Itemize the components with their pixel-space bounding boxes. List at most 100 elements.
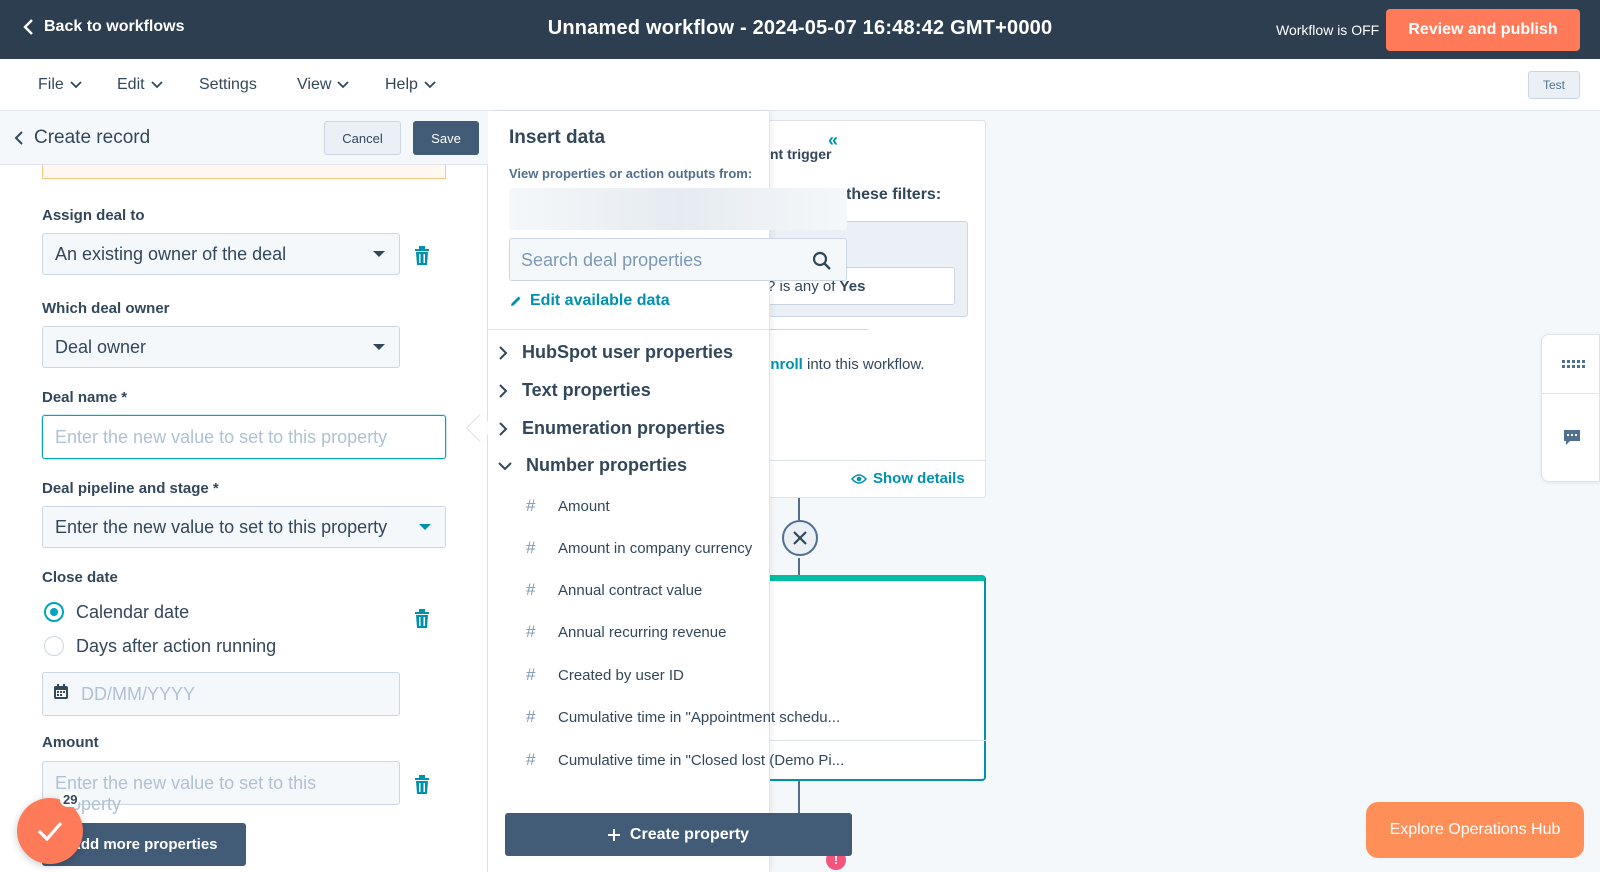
property-item[interactable]: # Amount in company currency bbox=[526, 538, 752, 558]
save-button[interactable]: Save bbox=[413, 121, 479, 155]
group-label: HubSpot user properties bbox=[522, 342, 734, 362]
number-icon: # bbox=[526, 750, 536, 769]
days-after-radio[interactable] bbox=[44, 636, 64, 656]
pipeline-select[interactable]: Enter the new value to set to this prope… bbox=[42, 506, 446, 548]
group-enumeration-properties[interactable]: Enumeration properties bbox=[498, 418, 725, 439]
amount-label: Amount bbox=[42, 734, 99, 751]
number-icon: # bbox=[526, 580, 536, 599]
group-hubspot-user-properties[interactable]: HubSpot user properties bbox=[498, 342, 733, 363]
review-and-publish-button[interactable]: Review and publish bbox=[1386, 9, 1580, 51]
property-item[interactable]: # Cumulative time in "Appointment schedu… bbox=[526, 707, 840, 727]
property-item[interactable]: # Annual contract value bbox=[526, 580, 702, 600]
create-property-button[interactable]: Create property bbox=[505, 813, 852, 856]
menu-settings-label: Settings bbox=[199, 76, 257, 93]
divider bbox=[760, 329, 868, 330]
panel-title[interactable]: Create record bbox=[14, 127, 150, 149]
days-after-label[interactable]: Days after action running bbox=[76, 636, 276, 657]
comment-icon[interactable] bbox=[1562, 429, 1582, 452]
calendar-date-radio[interactable] bbox=[44, 602, 64, 622]
deal-name-label: Deal name * bbox=[42, 389, 128, 406]
pencil-icon bbox=[511, 296, 521, 306]
group-number-properties[interactable]: Number properties bbox=[498, 455, 687, 476]
menu-view-label: View bbox=[297, 76, 332, 93]
grid-icon[interactable] bbox=[1562, 357, 1586, 375]
property-label: Annual contract value bbox=[558, 581, 703, 599]
chevron-left-icon bbox=[23, 19, 33, 35]
search-placeholder: Search deal properties bbox=[521, 250, 703, 270]
search-icon bbox=[812, 251, 831, 270]
pipeline-value: Enter the new value to set to this prope… bbox=[55, 517, 388, 537]
chevron-down-icon bbox=[498, 461, 512, 470]
warning-banner bbox=[42, 165, 446, 179]
explore-operations-hub-button[interactable]: Explore Operations Hub bbox=[1366, 802, 1584, 858]
group-text-properties[interactable]: Text properties bbox=[498, 380, 651, 401]
divider bbox=[488, 329, 770, 330]
number-icon: # bbox=[526, 707, 536, 726]
chevron-down-icon bbox=[337, 81, 350, 89]
connector-line bbox=[798, 498, 800, 520]
action-card-separator bbox=[736, 740, 986, 741]
onboarding-checklist-button[interactable] bbox=[17, 798, 83, 864]
assign-deal-value: An existing owner of the deal bbox=[55, 244, 287, 264]
property-label: Cumulative time in "Appointment schedu..… bbox=[558, 708, 841, 726]
top-bar: Back to workflows Unnamed workflow - 202… bbox=[0, 0, 1600, 59]
trash-icon[interactable] bbox=[414, 246, 430, 266]
menu-bar: File Edit Settings View Help bbox=[0, 59, 1600, 111]
menu-help-label: Help bbox=[385, 76, 418, 93]
checkmark-icon bbox=[37, 821, 63, 842]
amount-input[interactable]: Enter the new value to set to this prope… bbox=[42, 761, 400, 814]
insert-data-subtitle: View properties or action outputs from: bbox=[509, 166, 753, 181]
menu-view[interactable]: View bbox=[297, 76, 350, 94]
property-label: Amount in company currency bbox=[558, 539, 753, 557]
number-icon: # bbox=[526, 622, 536, 641]
close-date-input[interactable]: DD/MM/YYYY bbox=[42, 672, 400, 716]
chevron-left-icon bbox=[14, 131, 23, 145]
number-icon: # bbox=[526, 665, 536, 684]
property-item[interactable]: # Annual recurring revenue bbox=[526, 622, 726, 642]
delete-connection-button[interactable] bbox=[782, 520, 818, 556]
group-label: Enumeration properties bbox=[522, 418, 726, 438]
enroll-rest: into this workflow. bbox=[802, 356, 925, 373]
caret-down-icon bbox=[419, 524, 431, 530]
caret-down-icon bbox=[373, 344, 385, 350]
property-label: Cumulative time in "Closed lost (Demo Pi… bbox=[558, 751, 845, 769]
cancel-button[interactable]: Cancel bbox=[324, 121, 401, 155]
trash-icon[interactable] bbox=[414, 775, 430, 795]
side-tools bbox=[1541, 334, 1600, 482]
chevron-down-icon bbox=[150, 81, 163, 89]
menu-edit-label: Edit bbox=[117, 76, 145, 93]
filters-text: these filters: bbox=[846, 186, 942, 203]
menu-settings[interactable]: Settings bbox=[199, 76, 257, 94]
property-label: Annual recurring revenue bbox=[558, 623, 727, 641]
connector-line bbox=[798, 558, 800, 575]
menu-help[interactable]: Help bbox=[385, 76, 436, 94]
menu-edit[interactable]: Edit bbox=[117, 76, 163, 94]
calendar-icon bbox=[54, 684, 68, 699]
show-details-link[interactable]: Show details bbox=[851, 470, 965, 487]
trigger-title: nt trigger bbox=[770, 146, 832, 162]
show-details-label: Show details bbox=[873, 470, 965, 487]
trash-icon[interactable] bbox=[414, 609, 430, 629]
test-button[interactable]: Test bbox=[1528, 71, 1580, 99]
assign-deal-select[interactable]: An existing owner of the deal bbox=[42, 233, 400, 275]
deal-name-input[interactable]: Enter the new value to set to this prope… bbox=[42, 415, 446, 459]
edit-available-data-link[interactable]: Edit available data bbox=[510, 292, 670, 310]
plus-icon bbox=[607, 828, 620, 841]
chevron-down-icon bbox=[70, 81, 82, 89]
which-owner-select[interactable]: Deal owner bbox=[42, 326, 400, 368]
menu-file-label: File bbox=[38, 76, 64, 93]
create-property-label: Create property bbox=[629, 825, 750, 843]
calendar-date-label[interactable]: Calendar date bbox=[76, 602, 189, 623]
menu-file[interactable]: File bbox=[38, 76, 82, 94]
chevron-right-icon bbox=[499, 383, 508, 398]
back-label: Back to workflows bbox=[44, 18, 185, 35]
caret-down-icon bbox=[373, 251, 385, 257]
back-to-workflows-link[interactable]: Back to workflows bbox=[22, 18, 184, 36]
property-item[interactable]: # Cumulative time in "Closed lost (Demo … bbox=[526, 750, 844, 770]
property-item[interactable]: # Created by user ID bbox=[526, 665, 684, 685]
search-deal-properties-input[interactable]: Search deal properties bbox=[509, 238, 847, 281]
edit-available-data-label: Edit available data bbox=[530, 292, 670, 309]
which-owner-label: Which deal owner bbox=[42, 300, 170, 317]
data-source-select[interactable] bbox=[509, 188, 847, 230]
property-item[interactable]: # Amount bbox=[526, 496, 610, 516]
